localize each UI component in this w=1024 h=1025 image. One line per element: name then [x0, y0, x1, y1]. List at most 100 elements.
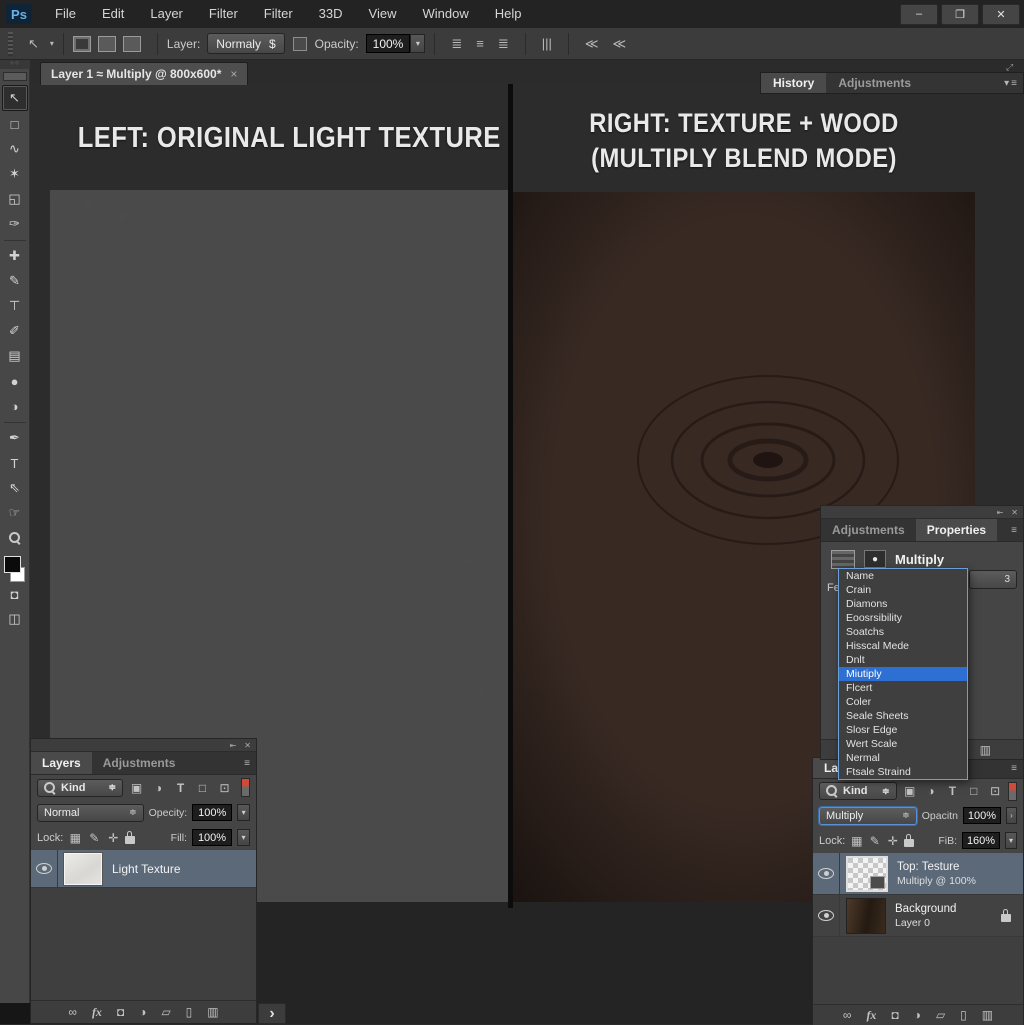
menu-edit[interactable]: Edit	[89, 0, 137, 28]
history-brush-tool[interactable]: ✐	[3, 319, 27, 343]
dropdown-item[interactable]: Crain	[839, 583, 967, 597]
menu-window[interactable]: Window	[409, 0, 481, 28]
tab-adjustments[interactable]: Adjustments	[92, 752, 187, 774]
quick-mask-tool[interactable]: ◘	[3, 582, 27, 606]
dropdown-item[interactable]: Name	[839, 569, 967, 583]
visibility-cell[interactable]	[31, 850, 58, 887]
auto-align-icon-2[interactable]: ≪	[613, 36, 627, 52]
menu-file[interactable]: File	[42, 0, 89, 28]
screen-mode-tool[interactable]: ◫	[3, 607, 27, 631]
dropdown-item[interactable]: Diamons	[839, 597, 967, 611]
visibility-cell[interactable]	[813, 853, 840, 894]
layer-thumbnail[interactable]	[846, 856, 888, 892]
collapse-icon[interactable]: ⇤	[997, 508, 1004, 517]
tab-properties[interactable]: Properties	[916, 519, 997, 541]
auto-select-checkbox[interactable]	[293, 37, 307, 51]
foreground-color-swatch[interactable]	[4, 556, 21, 573]
current-tool-icon[interactable]: ↖	[28, 36, 39, 52]
filter-toggle[interactable]	[241, 778, 250, 797]
opacity-caret-icon[interactable]: ▾	[237, 804, 250, 821]
menu-layer[interactable]: Layer	[137, 0, 196, 28]
menu-filter-2[interactable]: Filter	[251, 0, 306, 28]
filter-smart-object-icon[interactable]: ⊡	[216, 781, 233, 795]
panel-menu-icon[interactable]: ≡	[244, 758, 256, 769]
zoom-tool[interactable]	[3, 526, 27, 550]
panel-menu-icon[interactable]: ≡	[1011, 525, 1023, 536]
clone-stamp-tool[interactable]: ⊤	[3, 294, 27, 318]
filter-shape-icon[interactable]: □	[194, 781, 211, 795]
tab-history[interactable]: History	[761, 73, 826, 93]
trash-icon[interactable]: ▥	[982, 1008, 993, 1022]
dropdown-item[interactable]: Nermal	[839, 751, 967, 765]
fx-icon[interactable]: fx	[92, 1005, 102, 1020]
minimize-button[interactable]: –	[900, 4, 938, 25]
dropdown-item[interactable]: Ftsale Straind	[839, 765, 967, 779]
expand-panel-button[interactable]: ›	[258, 1003, 286, 1024]
trash-icon[interactable]: ▥	[207, 1005, 218, 1019]
fill-value[interactable]: 160%	[962, 832, 1000, 849]
gradient-tool[interactable]: ▤	[3, 344, 27, 368]
group-icon-2[interactable]	[123, 36, 141, 52]
path-select-tool[interactable]: ⇖	[3, 476, 27, 500]
folder-icon[interactable]: ▱	[936, 1008, 945, 1022]
kind-filter-select[interactable]: Kind ≑	[819, 782, 897, 800]
link-icon[interactable]: ∞	[843, 1008, 852, 1022]
filter-adjustment-icon[interactable]: ◑	[150, 781, 167, 795]
dropdown-item[interactable]: Seale Sheets	[839, 709, 967, 723]
fx-icon[interactable]: fx	[866, 1008, 876, 1023]
dodge-tool[interactable]: ◑	[3, 394, 27, 418]
align-center-icon[interactable]: ≡	[476, 36, 484, 51]
new-layer-icon[interactable]: ▯	[960, 1008, 967, 1022]
layer-mask-icon[interactable]: ◘	[891, 1008, 898, 1022]
filter-type-icon[interactable]: T	[944, 784, 960, 798]
crop-tool[interactable]: ◱	[3, 187, 27, 211]
feather-select[interactable]: 3	[969, 570, 1017, 589]
lasso-tool[interactable]: ∿	[3, 137, 27, 161]
layer-mask-icon[interactable]: ◘	[117, 1005, 124, 1019]
lock-pixels-icon[interactable]: ✎	[87, 831, 101, 845]
fill-caret-icon[interactable]: ▾	[1005, 832, 1017, 849]
blend-mode-select[interactable]: Normal ≑	[37, 804, 144, 822]
magic-wand-tool[interactable]: ✶	[3, 162, 27, 186]
folder-icon[interactable]: ▱	[161, 1005, 170, 1019]
healing-brush-tool[interactable]: ✚	[3, 244, 27, 268]
lock-position-icon[interactable]: ✛	[106, 831, 120, 845]
opacity-value[interactable]: 100%	[192, 804, 232, 821]
group-icon[interactable]	[98, 36, 116, 52]
pen-tool[interactable]: ✒	[3, 426, 27, 450]
opacity-value[interactable]: 100%	[366, 34, 411, 53]
adjustment-icon[interactable]: ◑	[914, 1008, 921, 1022]
close-button[interactable]: ✕	[982, 4, 1020, 25]
dropdown-item[interactable]: Dnlt	[839, 653, 967, 667]
opacity-caret-icon[interactable]: ›	[1006, 807, 1017, 824]
visibility-cell[interactable]	[813, 895, 840, 936]
dropdown-item-selected[interactable]: Miutiply	[839, 667, 967, 681]
lock-all-icon[interactable]	[125, 836, 135, 844]
filter-shape-icon[interactable]: □	[966, 784, 982, 798]
layer-row-top-texture[interactable]: Top: Testure Multiply @ 100%	[813, 853, 1023, 895]
menu-view[interactable]: View	[356, 0, 410, 28]
filter-type-icon[interactable]: T	[172, 781, 189, 795]
blend-mode-select[interactable]: Multiply ≑	[819, 807, 917, 825]
document-tab[interactable]: Layer 1 ≈ Multiply @ 800x600* ×	[40, 62, 248, 85]
filter-pixel-icon[interactable]: ▣	[128, 781, 145, 795]
hand-tool[interactable]: ☞	[3, 501, 27, 525]
dropdown-item[interactable]: Coler	[839, 695, 967, 709]
lock-position-icon[interactable]: ✛	[886, 834, 899, 848]
panel-menu[interactable]: ▾ ≡	[1004, 78, 1023, 89]
layer-row-light-texture[interactable]: Light Texture	[31, 850, 256, 888]
fill-caret-icon[interactable]: ▾	[237, 829, 250, 846]
dropdown-item[interactable]: Soatchs	[839, 625, 967, 639]
menu-3d[interactable]: 33D	[306, 0, 356, 28]
blur-tool[interactable]: ●	[3, 369, 27, 393]
lock-transparency-icon[interactable]: ▦	[850, 834, 863, 848]
close-icon[interactable]: ✕	[244, 741, 251, 750]
collapse-icon[interactable]: ⇤	[230, 741, 237, 750]
menu-help[interactable]: Help	[482, 0, 535, 28]
lock-all-icon[interactable]	[904, 839, 914, 847]
dropdown-item[interactable]: Slosr Edge	[839, 723, 967, 737]
menu-filter[interactable]: Filter	[196, 0, 251, 28]
panel-menu-icon[interactable]: ≡	[1011, 763, 1023, 774]
auto-align-icon[interactable]: ≪	[585, 36, 599, 52]
move-tool[interactable]: ↖	[2, 85, 28, 111]
